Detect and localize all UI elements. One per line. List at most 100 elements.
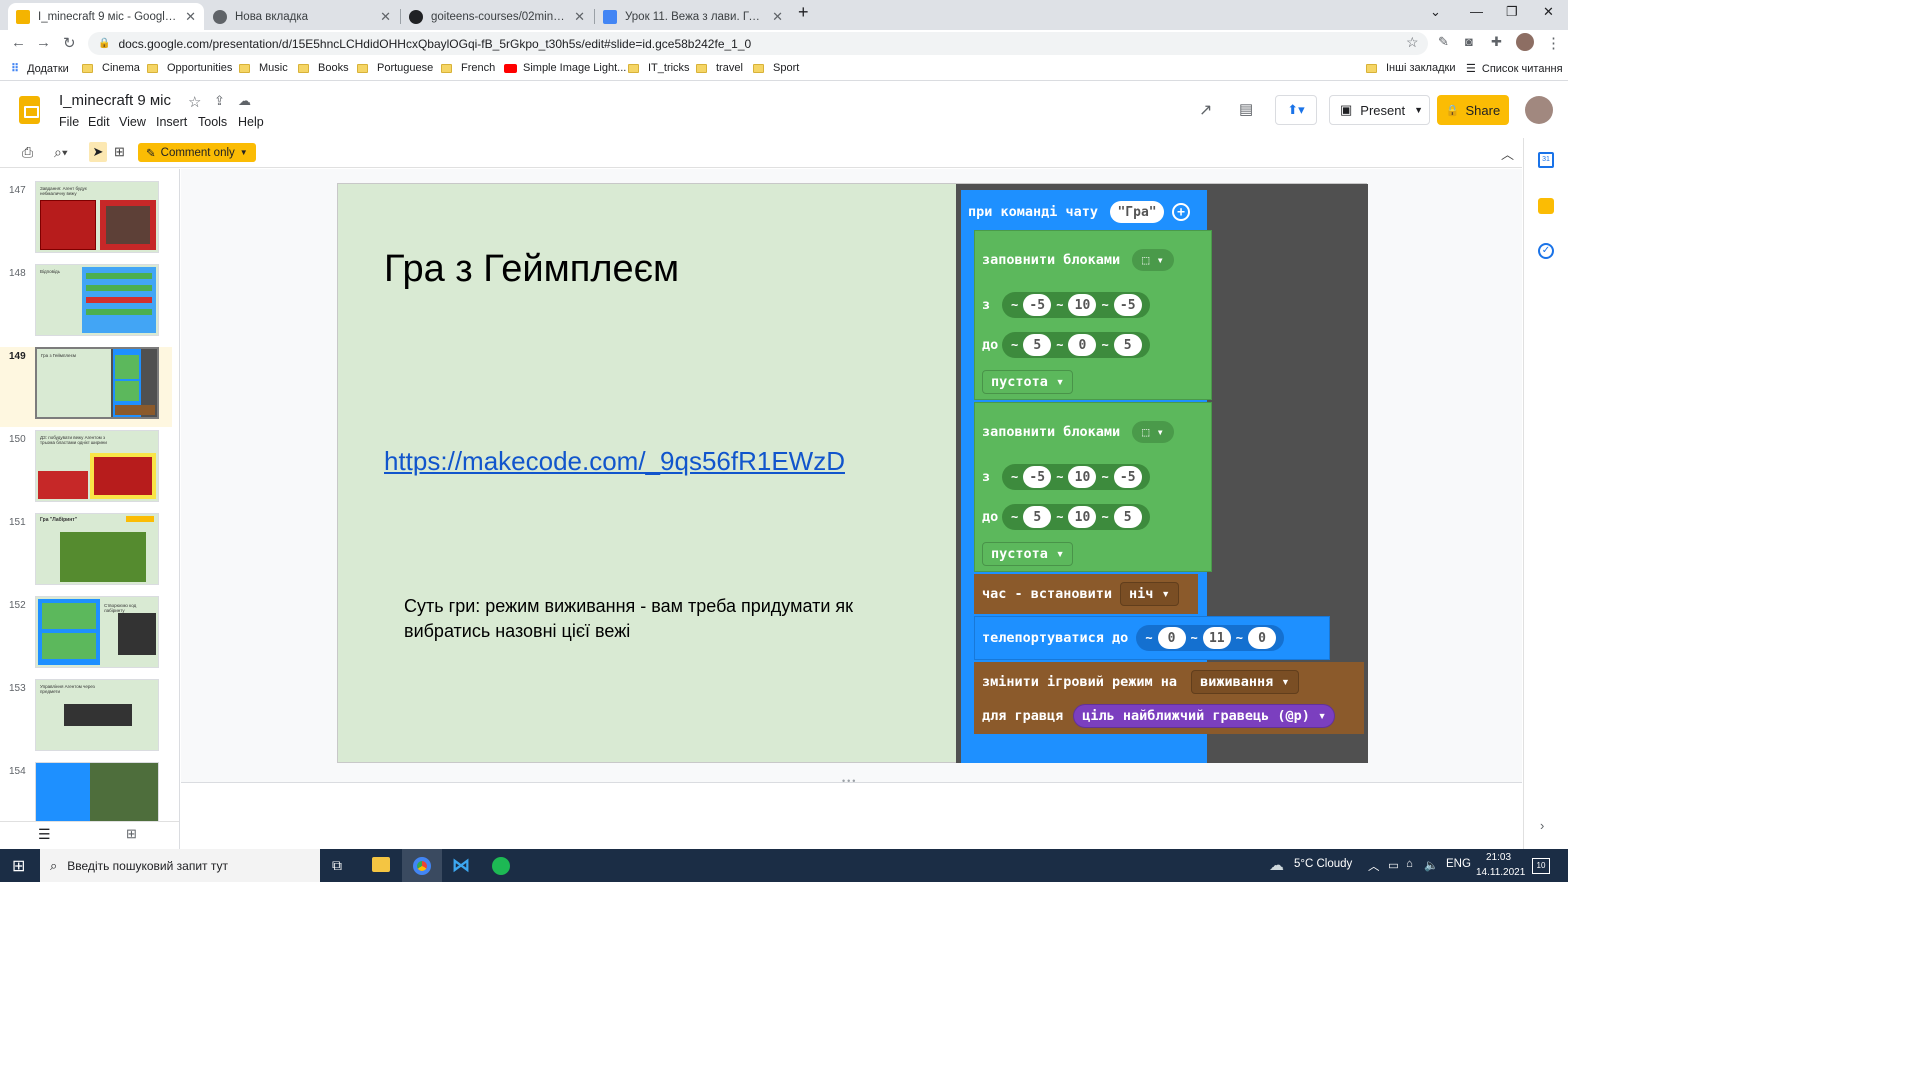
thumbnail-row[interactable]: 151 Гра "Лабіринт"	[0, 513, 172, 593]
menu-view[interactable]: View	[119, 115, 146, 129]
taskbar-search[interactable]: ⌕ Введіть пошуковий запит тут	[40, 849, 320, 882]
add-comment-icon[interactable]: ⊞	[114, 144, 125, 160]
bookmark-music[interactable]: Music	[239, 62, 288, 74]
bookmark-apps[interactable]: ⠿ Додатки	[11, 62, 69, 76]
present-dropdown-icon[interactable]: ▼	[1414, 105, 1423, 115]
menu-file[interactable]: File	[59, 115, 79, 129]
volume-icon[interactable]: 🔈	[1424, 858, 1438, 872]
minimize-button[interactable]: —	[1470, 4, 1483, 19]
account-avatar[interactable]	[1525, 96, 1553, 124]
slides-logo-icon[interactable]	[19, 96, 40, 124]
vscode-icon[interactable]: ⋈	[452, 855, 470, 876]
star-icon[interactable]: ☆	[188, 93, 201, 111]
thumbnail-row[interactable]: 150 ДЗ: побудувати вежу Агентом з трьома…	[0, 430, 172, 510]
meet-present-button[interactable]: ⬆▾	[1275, 95, 1317, 125]
weather-cloud-icon[interactable]: ☁	[1269, 856, 1284, 874]
keep-icon[interactable]	[1538, 198, 1554, 214]
reading-list[interactable]: ☰ Список читання	[1466, 62, 1563, 76]
bookmark-sport[interactable]: Sport	[753, 62, 799, 74]
thumbnail-row[interactable]: 152 Створюємо код лабіринту	[0, 596, 172, 676]
file-explorer-icon[interactable]	[372, 857, 390, 872]
slide-thumbnail[interactable]: Завдання: Агент будує небмаличну вежу	[35, 181, 159, 253]
doc-title[interactable]: I_minecraft 9 міс	[59, 92, 171, 109]
language-indicator[interactable]: ENG	[1446, 858, 1471, 870]
close-tab-icon[interactable]: ✕	[772, 9, 783, 25]
taskbar-chrome-active[interactable]	[402, 849, 442, 882]
tab-lesson[interactable]: Урок 11. Вежа з лави. Геймплей ✕	[595, 3, 791, 30]
tab-new[interactable]: Нова вкладка ✕	[205, 3, 399, 30]
bookmark-portuguese[interactable]: Portuguese	[357, 62, 433, 74]
slide-thumbnail[interactable]: ДЗ: побудувати вежу Агентом з трьома бла…	[35, 430, 159, 502]
bookmark-french[interactable]: French	[441, 62, 495, 74]
reload-icon[interactable]: ↻	[63, 34, 76, 52]
select-cursor-icon[interactable]: ➤	[89, 142, 107, 162]
zoom-icon[interactable]: ⌕▾	[54, 144, 68, 161]
forward-icon[interactable]: →	[36, 34, 51, 51]
thumbnail-row[interactable]: 147 Завдання: Агент будує небмаличну веж…	[0, 181, 172, 261]
slide-thumbnail[interactable]: Відповідь	[35, 264, 159, 336]
cloud-status-icon[interactable]: ☁	[238, 93, 251, 109]
bookmark-cinema[interactable]: Cinema	[82, 62, 140, 74]
bookmark-travel[interactable]: travel	[696, 62, 743, 74]
comment-mode-button[interactable]: ✎ Comment only ▼	[138, 143, 256, 162]
menu-tools[interactable]: Tools	[198, 115, 227, 129]
spotify-icon[interactable]	[492, 857, 510, 875]
windows-start-icon[interactable]: ⊞	[12, 856, 25, 876]
list-view-icon[interactable]: ☰	[38, 826, 51, 843]
new-tab-button[interactable]: +	[798, 2, 809, 23]
extension-pen-icon[interactable]: ✎	[1438, 34, 1449, 50]
maximize-button[interactable]: ❐	[1506, 4, 1518, 20]
close-tab-icon[interactable]: ✕	[574, 9, 585, 25]
notifications-icon[interactable]: 10	[1532, 858, 1550, 874]
share-button[interactable]: 🔒 Share	[1437, 95, 1509, 125]
calendar-icon[interactable]: 31	[1538, 152, 1554, 168]
slide-thumbnail[interactable]: Створюємо код лабіринту	[35, 596, 159, 668]
menu-insert[interactable]: Insert	[156, 115, 187, 129]
close-window-button[interactable]: ✕	[1543, 4, 1554, 20]
extensions-puzzle-icon[interactable]: ✚	[1491, 34, 1502, 50]
battery-icon[interactable]: ▭	[1388, 858, 1399, 872]
menu-help[interactable]: Help	[238, 115, 264, 129]
bookmark-simple-image[interactable]: Simple Image Light...	[504, 62, 626, 74]
tab-github[interactable]: goiteens-courses/02minecraft/02 ✕	[401, 3, 593, 30]
activity-trend-icon[interactable]: ↗	[1199, 100, 1212, 120]
profile-avatar[interactable]	[1516, 33, 1534, 51]
tab-search-icon[interactable]: ⌄	[1430, 4, 1441, 20]
tray-chevron-icon[interactable]: ︿	[1368, 858, 1380, 874]
speaker-notes[interactable]	[181, 782, 1522, 849]
slide-thumbnail[interactable]: Управління Агентом через предмети	[35, 679, 159, 751]
grid-view-icon[interactable]: ⊞	[126, 826, 137, 842]
url-bar[interactable]: 🔒 docs.google.com/presentation/d/15E5hnc…	[88, 32, 1428, 55]
menu-edit[interactable]: Edit	[88, 115, 110, 129]
makecode-link[interactable]: https://makecode.com/_9qs56fR1EWzD	[384, 446, 845, 477]
tab-slides[interactable]: I_minecraft 9 міс - Google Slides ✕	[8, 3, 204, 30]
slide-thumbnail[interactable]: Гра "Лабіринт"	[35, 513, 159, 585]
camera-icon[interactable]: ◙	[1465, 34, 1473, 49]
tasks-icon[interactable]: ✓	[1538, 243, 1554, 259]
back-icon[interactable]: ←	[11, 34, 26, 51]
thumbnail-row[interactable]: 148 Відповідь	[0, 264, 172, 344]
network-icon[interactable]: ⌂	[1406, 858, 1413, 870]
collapse-chevron-icon[interactable]: ︿	[1501, 144, 1514, 163]
weather-text[interactable]: 5°C Cloudy	[1294, 858, 1352, 870]
more-menu-icon[interactable]: ⋮	[1546, 34, 1561, 52]
bookmark-books[interactable]: Books	[298, 62, 349, 74]
bookmark-it-tricks[interactable]: IT_tricks	[628, 62, 690, 74]
comments-icon[interactable]: ▤	[1239, 100, 1253, 118]
bookmark-other[interactable]: Інші закладки	[1366, 62, 1455, 74]
task-view-icon[interactable]: ⧉	[332, 857, 342, 874]
resize-handle[interactable]: •••	[842, 776, 857, 786]
print-icon[interactable]: ⎙	[22, 144, 33, 161]
move-folder-icon[interactable]: ⇪	[214, 93, 225, 109]
close-tab-icon[interactable]: ✕	[185, 9, 196, 25]
close-tab-icon[interactable]: ✕	[380, 9, 391, 25]
star-icon[interactable]: ☆	[1406, 34, 1419, 51]
clock-date[interactable]: 14.11.2021	[1476, 867, 1525, 878]
thumbnail-row-selected[interactable]: 149 Гра з Геймплеєм	[0, 347, 172, 427]
slide-thumbnail-current[interactable]: Гра з Геймплеєм	[35, 347, 159, 419]
thumbnail-row[interactable]: 153 Управління Агентом через предмети	[0, 679, 172, 759]
expand-panel-icon[interactable]: ›	[1540, 818, 1544, 833]
bookmark-opportunities[interactable]: Opportunities	[147, 62, 232, 74]
present-button[interactable]: ▣ Present ▼	[1329, 95, 1430, 125]
clock-time[interactable]: 21:03	[1486, 852, 1511, 863]
